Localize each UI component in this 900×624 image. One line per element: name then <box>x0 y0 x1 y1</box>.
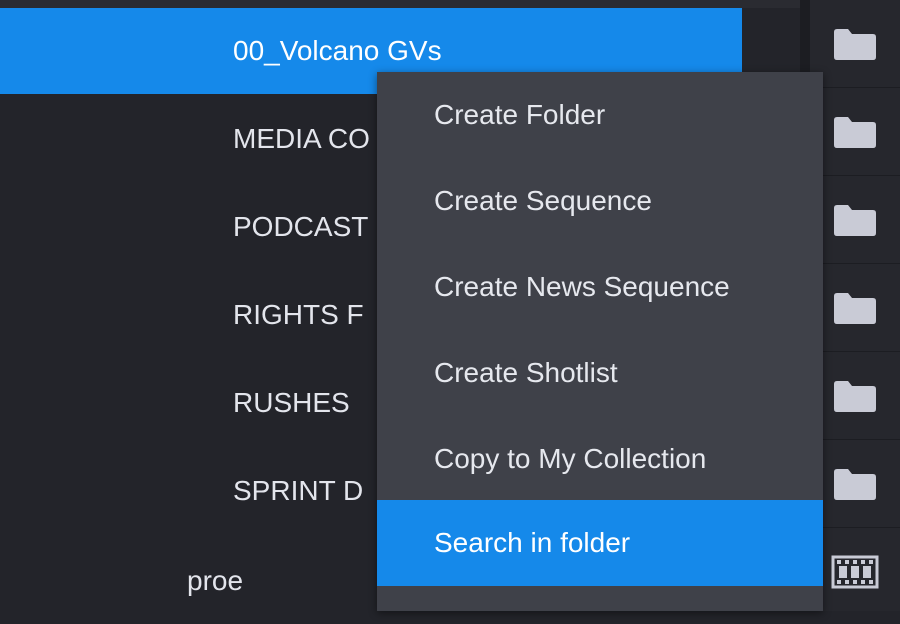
folder-icon <box>810 176 900 264</box>
menu-item-create-shotlist[interactable]: Create Shotlist <box>377 330 823 416</box>
folder-icon <box>810 440 900 528</box>
menu-item-label: Search in folder <box>434 527 631 558</box>
menu-item-label: Create Sequence <box>434 185 652 216</box>
menu-item-label: Create News Sequence <box>434 271 730 302</box>
menu-item-label: Create Shotlist <box>434 357 618 388</box>
context-menu: Create Folder Create Sequence Create New… <box>377 72 823 611</box>
tree-row-label: PODCAST <box>233 211 369 242</box>
tree-row-label: RUSHES <box>233 387 350 418</box>
tree-top-divider <box>0 0 800 8</box>
tree-row-label: MEDIA CO <box>233 123 370 154</box>
folder-icon <box>810 264 900 352</box>
menu-item-copy-to-collection[interactable]: Copy to My Collection <box>377 416 823 502</box>
filmstrip-icon <box>810 528 900 616</box>
folder-icon <box>810 352 900 440</box>
menu-item-create-news-sequence[interactable]: Create News Sequence <box>377 244 823 330</box>
folder-icon <box>810 88 900 176</box>
type-icon-column <box>810 0 900 611</box>
menu-item-label: Copy to My Collection <box>434 443 707 474</box>
tree-row-label: SPRINT D <box>233 475 364 506</box>
tree-row-label: RIGHTS F <box>233 299 364 330</box>
tree-row-label: proe <box>187 565 244 596</box>
menu-item-search-in-folder[interactable]: Search in folder <box>377 500 823 586</box>
menu-item-create-folder[interactable]: Create Folder <box>377 72 823 158</box>
folder-icon <box>810 0 900 88</box>
menu-item-label: Create Folder <box>434 99 606 130</box>
menu-item-create-sequence[interactable]: Create Sequence <box>377 158 823 244</box>
